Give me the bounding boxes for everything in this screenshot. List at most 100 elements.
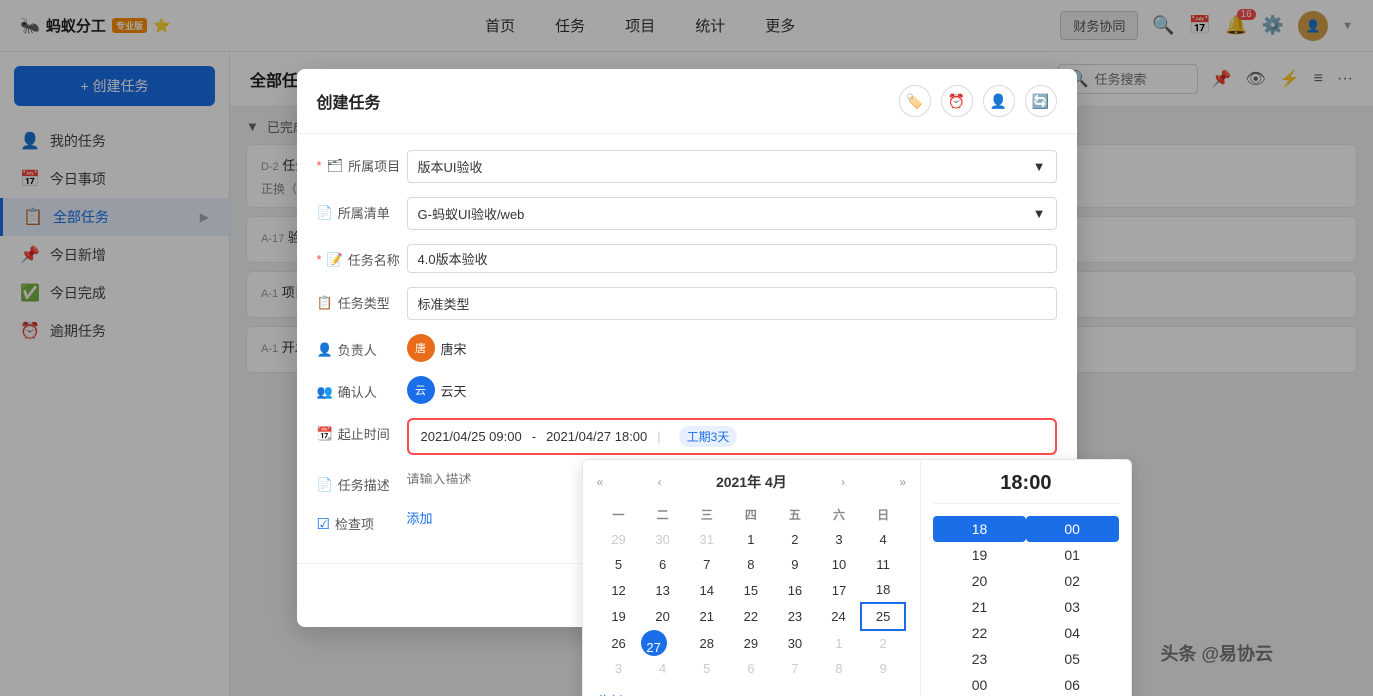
person-icon-btn[interactable]: 👤 (983, 85, 1015, 117)
time-field-box[interactable]: 2021/04/25 09:00 - 2021/04/27 18:00 | 工期… (407, 418, 1057, 455)
assignee-label: 👤 负责人 (317, 334, 407, 359)
calendar-day[interactable]: 4 (861, 527, 905, 552)
calendar-day[interactable]: 23 (773, 603, 817, 630)
calendar-day[interactable]: 6 (641, 552, 685, 577)
minute-cell[interactable]: 02 (1026, 568, 1119, 594)
task-type-dropdown[interactable]: 标准类型 (407, 287, 1057, 320)
hour-cell[interactable]: 20 (933, 568, 1026, 594)
dropdown-arrow: ▼ (1033, 206, 1046, 221)
list-row: 📄 所属清单 G-蚂蚁UI验收/web ▼ (317, 197, 1057, 230)
refresh-icon-btn[interactable]: 🔄 (1025, 85, 1057, 117)
calendar-day[interactable]: 16 (773, 577, 817, 603)
calendar-day[interactable]: 12 (597, 577, 641, 603)
clock-icon-btn[interactable]: ⏰ (941, 85, 973, 117)
calendar-day[interactable]: 27 (641, 630, 667, 656)
calendar-day[interactable]: 19 (597, 603, 641, 630)
calendar-day[interactable]: 11 (861, 552, 905, 577)
confirmer-person[interactable]: 云 云天 (407, 376, 1057, 404)
calendar-day[interactable]: 8 (729, 552, 773, 577)
calendar-day[interactable]: 3 (817, 527, 861, 552)
calendar-day[interactable]: 5 (597, 552, 641, 577)
minute-cell[interactable]: 04 (1026, 620, 1119, 646)
required-marker: * (317, 158, 322, 173)
weekday-mon: 一 (597, 502, 641, 527)
calendar-day[interactable]: 5 (685, 656, 729, 681)
calendar-day[interactable]: 1 (817, 630, 861, 656)
calendar-day[interactable]: 14 (685, 577, 729, 603)
calendar-popup: « ‹ 2021年 4月 › » 一 二 三 四 五 六 (582, 459, 1132, 696)
add-checklist-button[interactable]: 添加 (407, 511, 433, 526)
calendar-day[interactable]: 29 (597, 527, 641, 552)
minute-cell[interactable]: 03 (1026, 594, 1119, 620)
calendar-day[interactable]: 2 (773, 527, 817, 552)
weekday-sat: 六 (817, 502, 861, 527)
weekday-wed: 三 (685, 502, 729, 527)
calendar-day[interactable]: 4 (641, 656, 685, 681)
list-select[interactable]: G-蚂蚁UI验收/web ▼ (407, 197, 1057, 230)
tag-icon-btn[interactable]: 🏷️ (899, 85, 931, 117)
calendar-day[interactable]: 26 (597, 630, 641, 656)
task-name-input[interactable] (407, 244, 1057, 273)
calendar-day[interactable]: 9 (773, 552, 817, 577)
minute-cell[interactable]: 01 (1026, 542, 1119, 568)
time-field[interactable]: 2021/04/25 09:00 - 2021/04/27 18:00 | 工期… (407, 418, 1057, 455)
project-dropdown[interactable]: 版本UI验收 ▼ (407, 150, 1057, 183)
calendar-day[interactable]: 25 (861, 603, 905, 630)
calendar-day[interactable]: 15 (729, 577, 773, 603)
calendar-day[interactable]: 2 (861, 630, 905, 656)
label-icon: 🗂 (327, 158, 344, 174)
calendar-day[interactable]: 13 (641, 577, 685, 603)
time-header: 18:00 (933, 472, 1118, 504)
task-type-select[interactable]: 标准类型 (407, 287, 1057, 320)
calendar-day[interactable]: 6 (729, 656, 773, 681)
label-icon: 📋 (317, 295, 333, 311)
minute-cell[interactable]: 06 (1026, 672, 1119, 696)
now-button[interactable]: 此刻 (597, 691, 623, 696)
minute-cell[interactable]: 00 (1026, 516, 1119, 542)
next-month-btn[interactable]: › (841, 475, 845, 489)
project-label: * 🗂 所属项目 (317, 150, 407, 175)
hour-cell[interactable]: 23 (933, 646, 1026, 672)
calendar-day[interactable]: 20 (641, 603, 685, 630)
hour-cell[interactable]: 21 (933, 594, 1026, 620)
project-select[interactable]: 版本UI验收 ▼ (407, 150, 1057, 183)
calendar-day[interactable]: 31 (685, 527, 729, 552)
prev-year-btn[interactable]: « (597, 475, 604, 489)
calendar-day[interactable]: 10 (817, 552, 861, 577)
calendar-day[interactable]: 8 (817, 656, 861, 681)
confirmer-avatar: 云 (407, 376, 435, 404)
calendar-day[interactable]: 30 (641, 527, 685, 552)
hour-cell[interactable]: 18 (933, 516, 1026, 542)
calendar-header: « ‹ 2021年 4月 › » (597, 472, 907, 492)
list-dropdown[interactable]: G-蚂蚁UI验收/web ▼ (407, 197, 1057, 230)
project-row: * 🗂 所属项目 版本UI验收 ▼ (317, 150, 1057, 183)
prev-month-btn[interactable]: ‹ (658, 475, 662, 489)
workday-badge: 工期3天 (679, 426, 738, 447)
calendar-day[interactable]: 22 (729, 603, 773, 630)
calendar-day[interactable]: 7 (773, 656, 817, 681)
minute-cell[interactable]: 05 (1026, 646, 1119, 672)
calendar-day[interactable]: 21 (685, 603, 729, 630)
modal-title: 创建任务 (317, 89, 381, 113)
calendar-day[interactable]: 17 (817, 577, 861, 603)
checkbox-icon: ☑ (317, 515, 330, 533)
calendar-day[interactable]: 3 (597, 656, 641, 681)
hour-cell[interactable]: 22 (933, 620, 1026, 646)
task-name-field[interactable] (407, 244, 1057, 273)
calendar-day[interactable]: 7 (685, 552, 729, 577)
calendar-day[interactable]: 30 (773, 630, 817, 656)
next-year-btn[interactable]: » (900, 475, 907, 489)
calendar-day[interactable]: 29 (729, 630, 773, 656)
calendar-day[interactable]: 1 (729, 527, 773, 552)
calendar-grid: 一 二 三 四 五 六 日 29303112345678910111213141… (597, 502, 907, 681)
hour-cell[interactable]: 19 (933, 542, 1026, 568)
calendar-day[interactable]: 24 (817, 603, 861, 630)
assignee-person[interactable]: 唐 唐宋 (407, 334, 1057, 362)
confirmer-label: 👥 确认人 (317, 376, 407, 401)
modal-overlay[interactable]: 创建任务 🏷️ ⏰ 👤 🔄 * 🗂 所属项目 版本UI验收 (0, 0, 1373, 696)
hour-cell[interactable]: 00 (933, 672, 1026, 696)
calendar-day[interactable]: 9 (861, 656, 905, 681)
calendar-day[interactable]: 18 (861, 577, 905, 603)
label-icon: 📝 (327, 252, 343, 268)
calendar-day[interactable]: 28 (685, 630, 729, 656)
